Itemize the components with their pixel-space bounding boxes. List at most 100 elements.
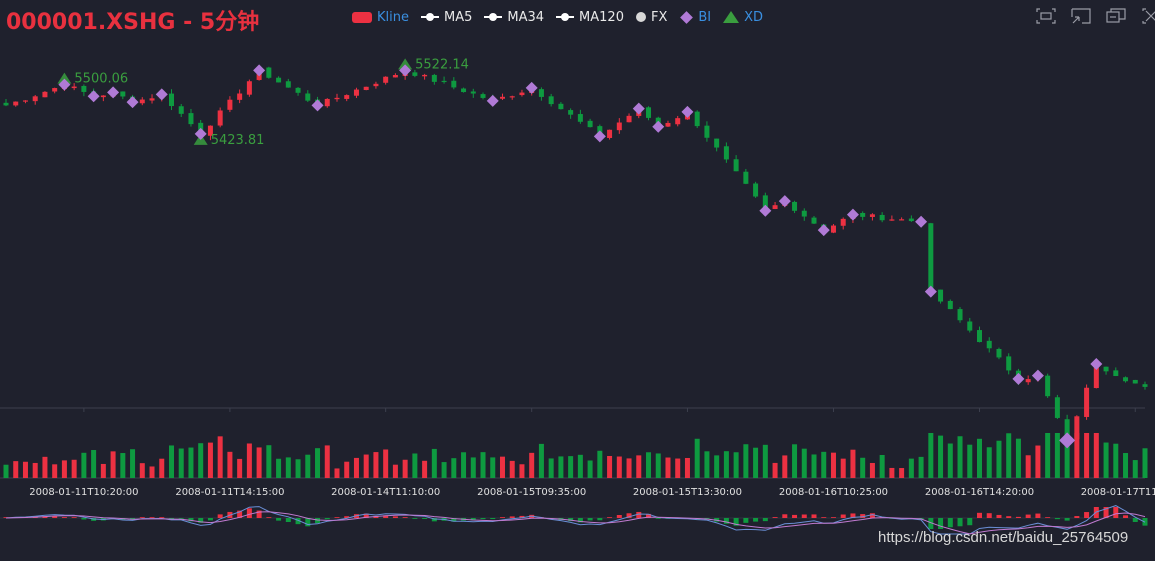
- volume-bar: [772, 462, 778, 478]
- legend-kline-swatch: [352, 11, 372, 23]
- volume-bar: [840, 458, 846, 478]
- legend-ma34-swatch: [484, 13, 503, 21]
- volume-bar: [207, 442, 213, 478]
- candle-body: [577, 114, 583, 122]
- volume-bar: [363, 454, 369, 478]
- volume-bar: [227, 451, 233, 478]
- candle-body: [840, 218, 846, 226]
- macd-bar: [947, 518, 953, 528]
- candle-body: [743, 171, 749, 184]
- candle-body: [908, 218, 914, 222]
- bi-point: [486, 94, 499, 107]
- candle-body: [422, 74, 428, 77]
- volume-bar: [402, 459, 408, 478]
- volume-bar: [879, 454, 885, 478]
- volume-bar: [899, 468, 905, 478]
- legend-ma5[interactable]: MA5: [421, 10, 472, 25]
- macd-bar: [957, 518, 963, 527]
- volume-bar: [1025, 455, 1031, 478]
- legend-kline[interactable]: Kline: [352, 10, 409, 25]
- candle-body: [889, 219, 895, 221]
- macd-bar: [149, 517, 155, 518]
- bi-point: [525, 81, 538, 94]
- candle-body: [860, 212, 866, 217]
- volume-bar: [967, 444, 973, 478]
- macd-bar: [587, 518, 593, 521]
- volume-bar: [548, 458, 554, 478]
- volume-bar: [538, 443, 544, 478]
- macd-bar: [772, 517, 778, 518]
- candle-body: [470, 91, 476, 94]
- candle-body: [723, 146, 729, 160]
- candle-body: [499, 96, 505, 99]
- zoom-icon[interactable]: [1035, 7, 1057, 25]
- chart-toolbox: [1022, 7, 1155, 25]
- volume-bar: [178, 448, 184, 478]
- candle-body: [869, 214, 875, 217]
- volume-bar: [947, 443, 953, 478]
- macd-bar: [1074, 516, 1080, 518]
- macd-bar: [1006, 516, 1012, 518]
- bi-point: [924, 285, 937, 298]
- legend-xd[interactable]: XD: [723, 10, 763, 25]
- volume-bar: [860, 457, 866, 478]
- legend-ma34[interactable]: MA34: [484, 10, 544, 25]
- volume-bar: [646, 452, 652, 478]
- volume-bar: [577, 454, 583, 478]
- bi-point: [1059, 432, 1076, 449]
- bi-point: [652, 120, 665, 133]
- zoom-reset-icon[interactable]: [1070, 7, 1092, 25]
- volume-bar: [529, 452, 535, 478]
- volume-bar: [441, 462, 447, 478]
- candle-body: [227, 99, 233, 110]
- volume-bar: [139, 463, 145, 478]
- volume-bar: [928, 433, 934, 478]
- candle-body: [1054, 397, 1060, 418]
- macd-bar: [266, 517, 272, 518]
- volume-bar: [237, 458, 243, 478]
- volume-bar: [392, 464, 398, 478]
- macd-bar: [1123, 515, 1129, 518]
- legend-bi[interactable]: BI: [679, 10, 711, 25]
- restore-icon[interactable]: [1105, 7, 1127, 25]
- macd-bar: [801, 514, 807, 518]
- candle-body: [967, 321, 973, 331]
- volume-bar: [811, 454, 817, 478]
- candle-body: [480, 94, 486, 98]
- close-icon[interactable]: [1140, 7, 1155, 25]
- x-tick-label: 2008-01-15T09:35:00: [477, 487, 586, 498]
- bi-point: [681, 105, 694, 118]
- macd-bar: [977, 512, 983, 518]
- legend-fx-label: FX: [650, 9, 668, 25]
- volume-bar: [626, 458, 632, 478]
- macd-bar: [178, 518, 184, 519]
- candle-body: [363, 86, 369, 90]
- macd-bar: [938, 518, 944, 529]
- macd-bar: [480, 518, 486, 520]
- candle-body: [694, 111, 700, 127]
- bi-point: [155, 88, 168, 101]
- candle-body: [1074, 416, 1080, 440]
- legend-fx[interactable]: FX: [635, 9, 668, 25]
- bi-point: [87, 90, 100, 103]
- volume-bar: [986, 447, 992, 478]
- candle-body: [538, 89, 544, 97]
- volume-bar: [655, 453, 661, 478]
- volume-bar: [120, 453, 126, 478]
- candle-body: [81, 85, 87, 92]
- volume-bar: [22, 461, 28, 478]
- candle-body: [558, 103, 564, 110]
- candle-body: [587, 120, 593, 128]
- bi-point: [311, 99, 324, 112]
- volume-bar: [100, 463, 106, 478]
- legend-ma120[interactable]: MA120: [556, 10, 624, 25]
- volume-bar: [714, 455, 720, 478]
- volume-bar: [305, 454, 311, 478]
- candle-body: [100, 95, 106, 98]
- bi-point: [759, 204, 772, 217]
- volume-bar: [519, 464, 525, 478]
- volume-bar: [276, 458, 282, 478]
- macd-bar: [392, 516, 398, 518]
- volume-bar: [470, 457, 476, 478]
- candle-body: [295, 87, 301, 93]
